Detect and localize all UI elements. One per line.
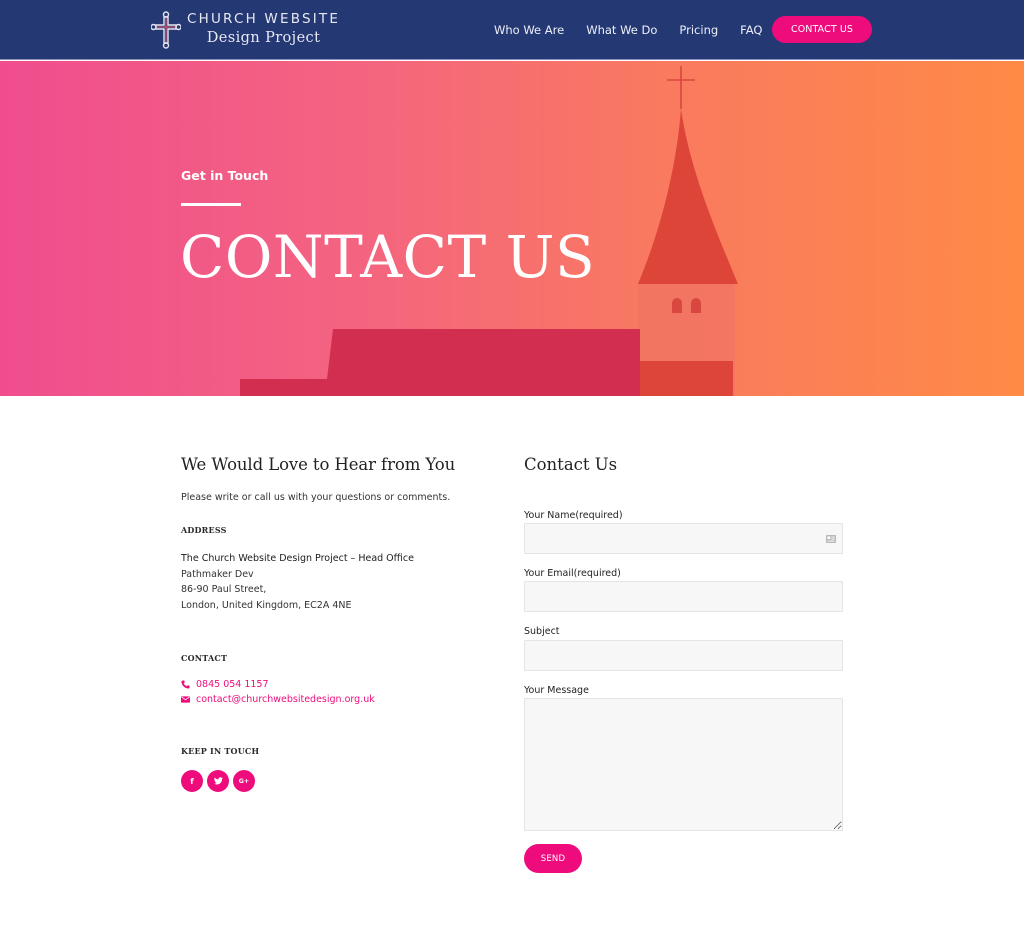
phone-link[interactable]: 0845 054 1157 xyxy=(181,679,269,690)
subject-input[interactable] xyxy=(524,640,843,671)
email-input[interactable] xyxy=(524,581,843,612)
address-block: The Church Website Design Project – Head… xyxy=(181,551,414,613)
spire-cross xyxy=(667,66,695,109)
nav-faq[interactable]: FAQ xyxy=(740,23,762,37)
nav-pricing[interactable]: Pricing xyxy=(679,23,718,37)
message-textarea[interactable] xyxy=(524,698,843,831)
email-label: Your Email(required) xyxy=(524,568,621,579)
address-line: London, United Kingdom, EC2A 4NE xyxy=(181,599,352,611)
tower-window xyxy=(672,298,682,313)
contact-form-heading: Contact Us xyxy=(524,455,618,474)
email-address: contact@churchwebsitedesign.org.uk xyxy=(196,694,375,705)
spire xyxy=(638,109,738,284)
name-input[interactable] xyxy=(524,523,843,554)
contact-info-section: We Would Love to Hear from You Please wr… xyxy=(181,455,481,792)
cross-icon xyxy=(151,11,181,49)
tower-base xyxy=(640,361,733,396)
google-plus-icon[interactable]: G+ xyxy=(233,770,255,792)
subject-label: Subject xyxy=(524,626,560,637)
send-button[interactable]: SEND xyxy=(524,844,582,873)
contact-info-heading: We Would Love to Hear from You xyxy=(181,455,456,474)
social-links: f G+ xyxy=(181,770,259,792)
twitter-icon[interactable] xyxy=(207,770,229,792)
hero-divider xyxy=(181,203,241,206)
main-nav: Who We Are What We Do Pricing FAQ xyxy=(494,0,784,60)
contact-intro: Please write or call us with your questi… xyxy=(181,492,451,503)
site-logo[interactable]: CHURCH WEBSITE Design Project xyxy=(151,9,340,49)
logo-title: CHURCH WEBSITE xyxy=(187,10,341,27)
envelope-icon xyxy=(181,696,190,703)
address-line: 86-90 Paul Street, xyxy=(181,584,267,595)
contact-card-autofill-icon[interactable] xyxy=(826,535,836,543)
nav-who-we-are[interactable]: Who We Are xyxy=(494,23,564,37)
tower-window xyxy=(691,298,701,313)
hero-banner: Get in Touch CONTACT US xyxy=(0,61,1024,396)
phone-number: 0845 054 1157 xyxy=(196,679,269,690)
logo-subtitle: Design Project xyxy=(206,30,321,46)
facebook-icon[interactable]: f xyxy=(181,770,203,792)
hero-eyebrow: Get in Touch xyxy=(181,168,269,183)
address-label: ADDRESS xyxy=(181,525,227,535)
name-label: Your Name(required) xyxy=(524,510,623,521)
nave-roof xyxy=(240,329,640,396)
contact-us-nav-button[interactable]: CONTACT US xyxy=(772,16,872,43)
email-link[interactable]: contact@churchwebsitedesign.org.uk xyxy=(181,694,375,705)
site-header: CHURCH WEBSITE Design Project Who We Are… xyxy=(0,0,1024,60)
page-title: CONTACT US xyxy=(180,223,596,291)
message-label: Your Message xyxy=(524,685,589,696)
contact-form-section: Contact Us Your Name(required) Your Emai… xyxy=(524,455,844,873)
address-line: Pathmaker Dev xyxy=(181,568,254,580)
contact-label: CONTACT xyxy=(181,653,228,663)
phone-icon xyxy=(181,680,190,689)
address-line: The Church Website Design Project – Head… xyxy=(181,553,414,564)
keep-in-touch-label: KEEP IN TOUCH xyxy=(181,746,260,756)
nav-what-we-do[interactable]: What We Do xyxy=(586,23,657,37)
